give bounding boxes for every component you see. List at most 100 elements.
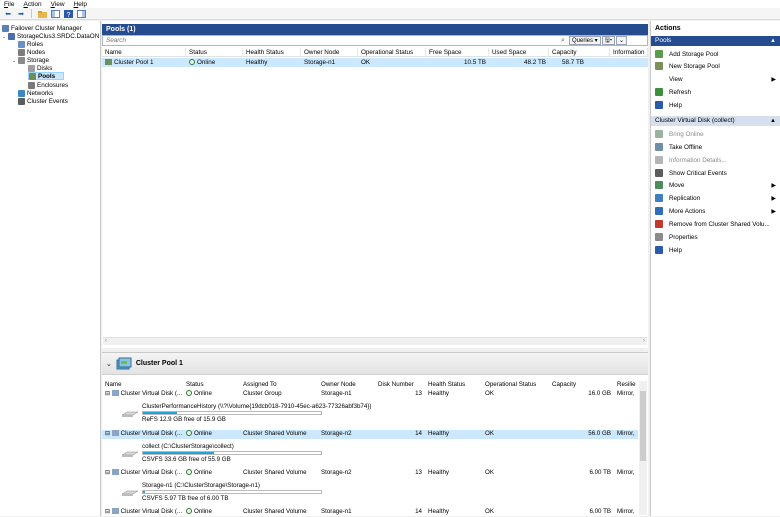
pool-operational-cell: OK: [361, 59, 371, 66]
tree-node-nodes[interactable]: Nodes: [18, 48, 45, 56]
column-header-operational[interactable]: Operational Status: [482, 381, 549, 389]
tree-node-roles[interactable]: Roles: [18, 40, 43, 48]
online-status-icon: [189, 59, 195, 65]
column-header-capacity[interactable]: Capacity: [549, 48, 610, 57]
column-header-owner[interactable]: Owner Node: [301, 48, 358, 57]
action-information-details[interactable]: Information Details...: [651, 154, 780, 166]
action-refresh[interactable]: Refresh: [651, 86, 780, 98]
disk-resiliency-cell: Mirror,: [617, 390, 635, 397]
action-help[interactable]: Help: [651, 99, 780, 111]
tree-node-disks[interactable]: Disks: [28, 64, 52, 72]
volume-info: Storage-n1 (C:\ClusterStorage\Storage-n1…: [122, 482, 332, 508]
column-header-status[interactable]: Status: [186, 48, 243, 57]
action-more-actions[interactable]: More Actions ▶: [651, 205, 780, 217]
back-arrow-icon[interactable]: ⬅: [3, 9, 13, 18]
menu-file[interactable]: File: [4, 1, 15, 8]
actions-section-pools[interactable]: Pools ▲: [651, 36, 780, 46]
virtual-disk-icon: [111, 390, 119, 396]
action-pane-icon[interactable]: [76, 9, 86, 18]
column-header-operational[interactable]: Operational Status: [358, 48, 426, 57]
action-add-storage-pool[interactable]: Add Storage Pool: [651, 48, 780, 60]
tree-node-failover-cluster-manager[interactable]: Failover Cluster Manager: [2, 24, 82, 32]
action-replication[interactable]: Replication ▶: [651, 192, 780, 204]
help-icon[interactable]: ?: [63, 9, 73, 18]
menu-action[interactable]: Action: [24, 1, 42, 8]
scroll-right-icon[interactable]: ›: [643, 338, 645, 344]
column-header-free-space[interactable]: Free Space: [426, 48, 489, 57]
action-new-storage-pool[interactable]: New Storage Pool: [651, 60, 780, 72]
expand-plus-icon[interactable]: ⊟: [105, 430, 110, 437]
virtual-disk-icon: [111, 469, 119, 475]
action-remove-from-csv[interactable]: Remove from Cluster Shared Volu...: [651, 218, 780, 230]
expand-plus-icon[interactable]: ⊟: [105, 390, 110, 397]
tree-node-enclosures[interactable]: Enclosures: [28, 81, 68, 89]
disk-status-cell: Online: [183, 469, 240, 478]
column-header-disk-number[interactable]: Disk Number: [375, 381, 425, 389]
volume-free-space: CSVFS 5.97 TB free of 6.00 TB: [142, 495, 229, 502]
action-bring-online[interactable]: Bring Online: [651, 128, 780, 140]
disk-capacity-cell: 56.0 GB: [588, 430, 611, 437]
action-show-critical-events[interactable]: Show Critical Events: [651, 167, 780, 179]
bring-online-icon: [655, 130, 663, 138]
column-header-status[interactable]: Status: [183, 381, 240, 389]
disk-operational-cell: OK: [485, 430, 494, 437]
table-row[interactable]: Cluster Pool 1 Online Healthy Storage-n1…: [102, 58, 648, 67]
column-header-capacity[interactable]: Capacity: [549, 381, 614, 389]
tree-node-storage[interactable]: Storage: [18, 56, 49, 64]
pool-detail-pane: ⌄ Cluster Pool 1 Name Status Assigned To…: [102, 352, 648, 516]
tree-node-cluster[interactable]: StorageClus3.SRDC.DataON: [8, 32, 99, 40]
table-row[interactable]: ⊟ Cluster Virtual Disk (... Online Clust…: [102, 469, 638, 478]
column-header-used-space[interactable]: Used Space: [489, 48, 549, 57]
replication-icon: [655, 194, 663, 202]
disks-grid-header: Name Status Assigned To Owner Node Disk …: [102, 381, 638, 389]
queries-button[interactable]: Queries ▾: [569, 36, 601, 45]
scrollbar-thumb[interactable]: [640, 391, 646, 461]
column-header-name[interactable]: Name: [102, 381, 183, 389]
actions-section-virtual-disk[interactable]: Cluster Virtual Disk (collect) ▲: [651, 116, 780, 126]
disk-health-cell: Healthy: [428, 390, 449, 397]
action-properties[interactable]: Properties: [651, 231, 780, 243]
toolbar: ⬅ ➡ ?: [0, 8, 780, 20]
forward-arrow-icon[interactable]: ➡: [16, 9, 26, 18]
column-header-information[interactable]: Information: [610, 48, 648, 57]
tree-node-networks[interactable]: Networks: [18, 89, 53, 97]
table-row[interactable]: ⊟ Cluster Virtual Disk (... Online Clust…: [102, 390, 638, 399]
column-header-health[interactable]: Health Status: [425, 381, 482, 389]
menu-help[interactable]: Help: [74, 1, 87, 8]
pool-owner-cell: Storage-n1: [304, 59, 336, 66]
table-row[interactable]: ⊟ Cluster Virtual Disk (... Online Clust…: [102, 430, 638, 439]
expand-chevron-icon[interactable]: ⌄: [616, 36, 628, 45]
pools-horizontal-scrollbar[interactable]: ‹ ›: [103, 337, 647, 345]
collapse-chevron-icon[interactable]: ⌄: [2, 34, 6, 40]
action-view[interactable]: View ▶: [651, 73, 780, 85]
scroll-left-icon[interactable]: ‹: [105, 338, 107, 344]
action-move[interactable]: Move ▶: [651, 179, 780, 191]
volume-free-space: CSVFS 33.6 GB free of 55.9 GB: [142, 456, 231, 463]
action-help[interactable]: Help: [651, 244, 780, 256]
column-header-owner-node[interactable]: Owner Node: [318, 381, 375, 389]
column-header-health[interactable]: Health Status: [243, 48, 301, 57]
column-header-assigned-to[interactable]: Assigned To: [240, 381, 318, 389]
save-query-button[interactable]: 🖫▾: [601, 36, 616, 45]
disks-vertical-scrollbar[interactable]: [639, 381, 647, 515]
tree-node-pools[interactable]: Pools: [28, 72, 64, 80]
action-take-offline[interactable]: Take Offline: [651, 141, 780, 153]
expand-plus-icon[interactable]: ⊟: [105, 469, 110, 476]
submenu-arrow-icon: ▶: [771, 182, 776, 189]
collapse-caret-icon[interactable]: ▲: [770, 116, 776, 126]
help-icon: [655, 101, 663, 109]
pool-free-cell: 10.5 TB: [464, 59, 486, 66]
column-header-resiliency[interactable]: Resilie: [614, 381, 638, 389]
search-icon[interactable]: ⌕: [558, 37, 568, 45]
show-tree-icon[interactable]: [50, 9, 60, 18]
collapse-chevron-icon[interactable]: ⌄: [12, 58, 16, 64]
search-input[interactable]: [103, 36, 558, 45]
expand-plus-icon[interactable]: ⊟: [105, 508, 110, 515]
tree-node-cluster-events[interactable]: Cluster Events: [18, 97, 68, 105]
up-folder-icon[interactable]: [37, 9, 47, 18]
collapse-chevron-icon[interactable]: ⌄: [106, 360, 112, 368]
collapse-caret-icon[interactable]: ▲: [770, 36, 776, 46]
column-header-name[interactable]: Name: [102, 48, 186, 57]
online-status-icon: [186, 508, 192, 514]
menu-view[interactable]: View: [51, 1, 65, 8]
